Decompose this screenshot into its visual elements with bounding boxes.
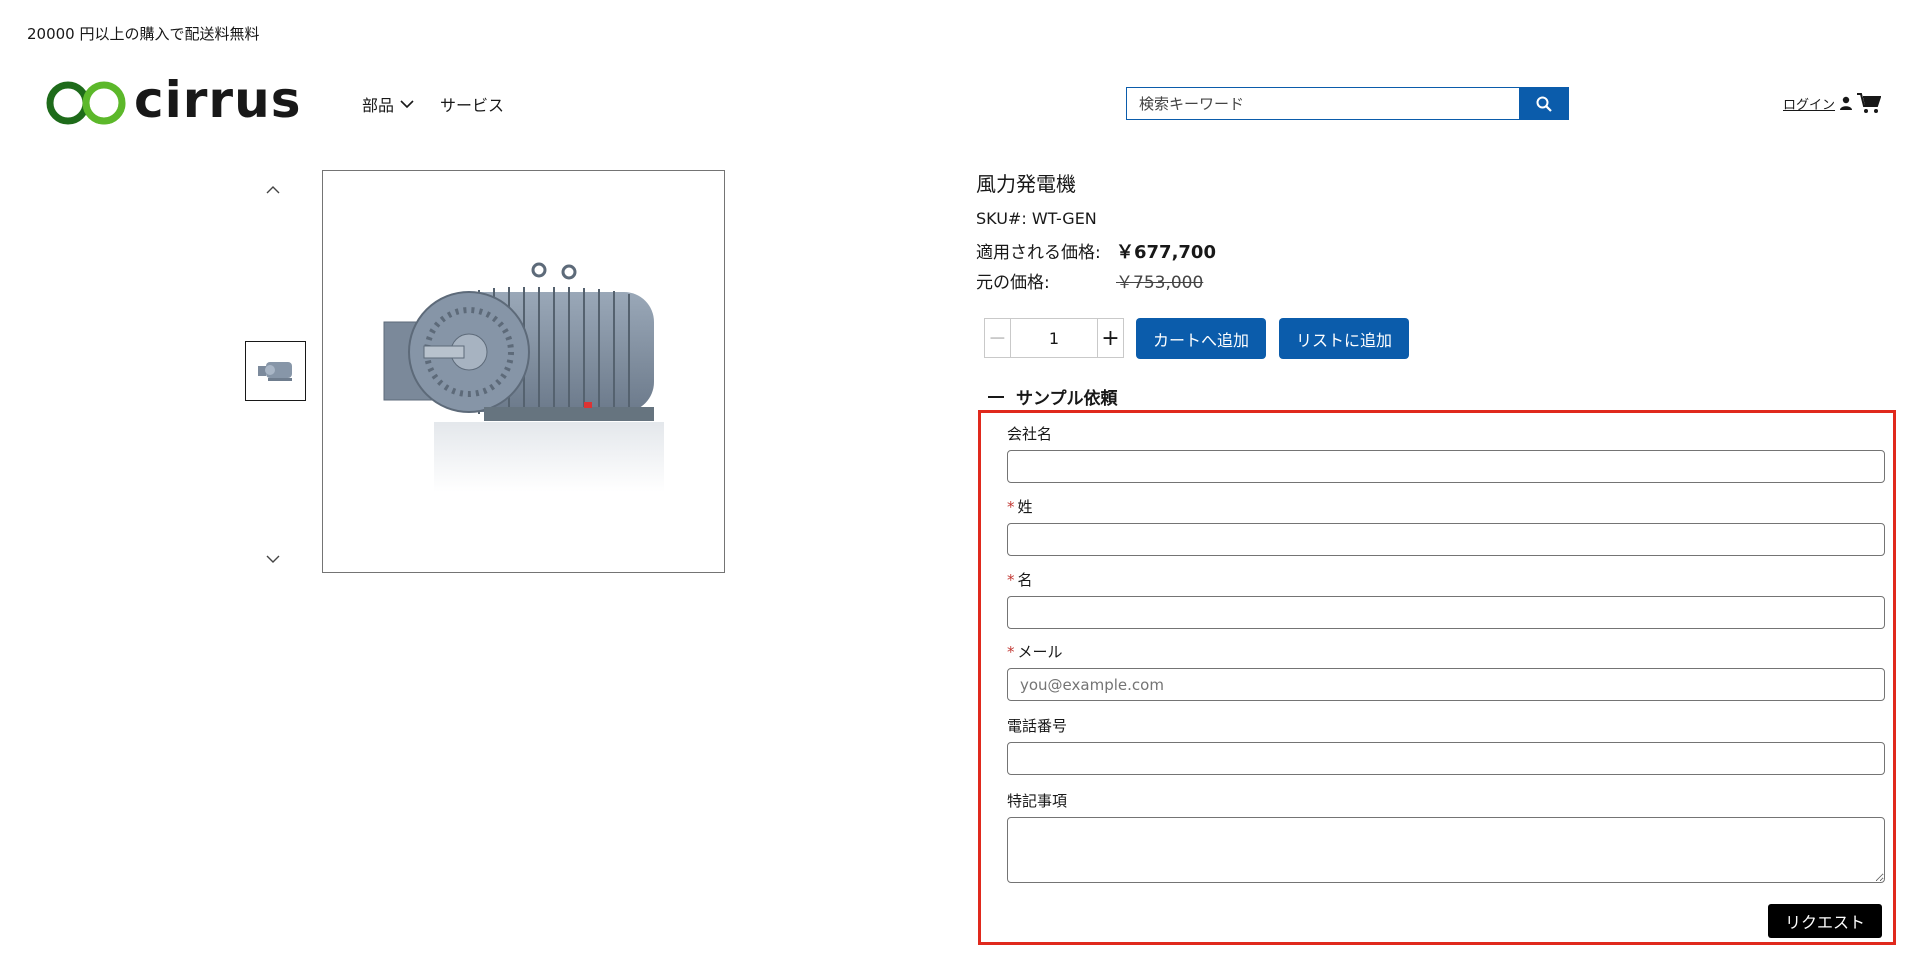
quantity-stepper: − 1 +: [984, 318, 1124, 358]
first-name-label: 名: [1017, 571, 1033, 589]
main-nav: 部品 サービス: [362, 92, 504, 116]
search-button[interactable]: [1519, 87, 1569, 120]
sample-request-form: 会社名 *姓 *名 *メール 電話番号 特記事項 リクエスト: [978, 410, 1896, 945]
sample-request-toggle[interactable]: サンプル依頼: [988, 384, 1118, 409]
chevron-down-icon: [266, 555, 280, 563]
increment-button[interactable]: +: [1098, 318, 1124, 358]
gallery-prev-button[interactable]: [266, 180, 280, 199]
account-area: ログイン: [1783, 92, 1882, 114]
nav-item-label: 部品: [362, 96, 395, 115]
last-name-input[interactable]: [1007, 523, 1885, 556]
promo-banner: 20000 円以上の購入で配送料無料: [27, 25, 260, 43]
user-icon[interactable]: [1839, 96, 1853, 110]
quantity-input[interactable]: 1: [1010, 318, 1098, 358]
cart-icon[interactable]: [1857, 92, 1882, 114]
nav-item-services[interactable]: サービス: [440, 92, 504, 116]
applied-price-label: 適用される価格:: [976, 243, 1101, 263]
company-label: 会社名: [1007, 425, 1053, 443]
search-input[interactable]: [1126, 87, 1519, 120]
company-field: 会社名: [1007, 423, 1885, 483]
product-title: 風力発電機: [976, 172, 1076, 196]
search-bar: [1126, 87, 1569, 120]
original-price-label: 元の価格:: [976, 273, 1050, 293]
first-name-input[interactable]: [1007, 596, 1885, 629]
phone-field: 電話番号: [1007, 715, 1885, 775]
gallery-next-button[interactable]: [266, 549, 280, 568]
add-to-cart-button[interactable]: カートへ追加: [1136, 318, 1267, 359]
logo[interactable]: cirrus: [46, 71, 302, 129]
nav-item-parts[interactable]: 部品: [362, 92, 414, 116]
email-label-wrap: * メール: [1007, 641, 1885, 662]
notes-field: 特記事項: [1007, 790, 1885, 887]
minus-icon: −: [988, 325, 1007, 351]
nav-item-label: サービス: [440, 96, 505, 115]
applied-price-row: 適用される価格: ￥677,700: [976, 238, 1216, 264]
phone-label: 電話番号: [1007, 717, 1068, 735]
email-field: * メール: [1007, 641, 1885, 701]
last-name-label: 姓: [1017, 498, 1033, 516]
product-main-image: [322, 170, 725, 573]
chevron-up-icon: [266, 186, 280, 194]
last-name-field: * 姓: [1007, 496, 1885, 556]
request-button[interactable]: リクエスト: [1767, 904, 1882, 938]
original-price-value: ￥753,000: [1116, 273, 1204, 293]
required-marker: *: [1007, 571, 1015, 589]
decrement-button[interactable]: −: [984, 318, 1010, 358]
login-link[interactable]: ログイン: [1783, 94, 1835, 113]
applied-price-value: ￥677,700: [1116, 242, 1216, 263]
phone-input[interactable]: [1007, 742, 1885, 775]
email-input[interactable]: [1007, 668, 1885, 701]
company-input[interactable]: [1007, 450, 1885, 483]
thumbnail-image[interactable]: [245, 341, 306, 401]
notes-label: 特記事項: [1007, 792, 1068, 810]
add-to-list-button[interactable]: リストに追加: [1279, 318, 1410, 359]
product-sku: SKU#: WT-GEN: [976, 209, 1097, 228]
section-title: サンプル依頼: [1016, 389, 1118, 409]
first-name-label-wrap: * 名: [1007, 569, 1885, 590]
notes-textarea[interactable]: [1007, 817, 1885, 883]
email-label: メール: [1017, 643, 1063, 661]
first-name-field: * 名: [1007, 569, 1885, 629]
last-name-label-wrap: * 姓: [1007, 496, 1885, 517]
generator-thumbnail-icon: [257, 362, 292, 381]
chevron-down-icon: [400, 100, 414, 109]
collapse-icon: [988, 395, 1004, 398]
generator-image: [383, 262, 664, 492]
logo-text: cirrus: [134, 71, 302, 129]
required-marker: *: [1007, 498, 1015, 516]
plus-icon: +: [1101, 325, 1120, 351]
product-info: 風力発電機 SKU#: WT-GEN 適用される価格: ￥677,700 元の価…: [976, 168, 1216, 293]
required-marker: *: [1007, 643, 1015, 661]
search-icon: [1536, 96, 1552, 112]
logo-mark-icon: [46, 81, 126, 125]
original-price-row: 元の価格: ￥753,000: [976, 268, 1216, 293]
